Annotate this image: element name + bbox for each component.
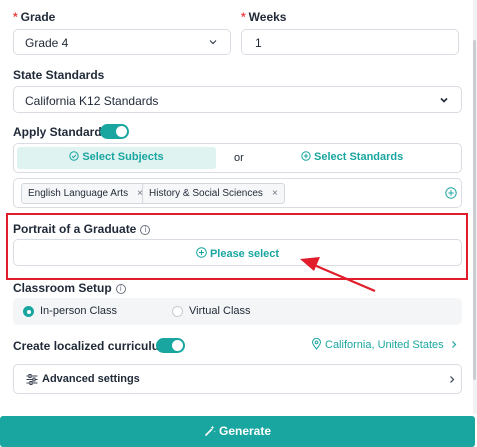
standards-mode-selector: Select Subjects or Select Standards [13,143,462,173]
sliders-icon [26,374,38,385]
state-standards-label: State Standards [13,68,105,82]
grade-select-value: Grade 4 [25,36,69,50]
or-label: or [234,152,244,164]
generate-label: Generate [218,424,272,438]
select-subjects-label: Select Subjects [82,151,164,163]
classroom-setup-options: In-person Class Virtual Class [13,298,462,325]
grade-label: * Grade [13,10,55,24]
weeks-label-text: Weeks [248,10,287,24]
radio-in-person[interactable] [23,306,34,317]
info-icon: i [115,283,126,294]
apply-standards-label: Apply Standards [13,125,109,139]
portrait-select[interactable]: Please select [13,239,462,266]
chevron-right-icon [450,376,455,383]
chevron-down-icon [209,40,217,45]
weeks-input-value: 1 [255,36,262,50]
portrait-label: Portrait of a Graduate i [13,222,151,236]
in-person-class-label[interactable]: In-person Class [40,305,117,317]
select-subjects-button[interactable]: Select Subjects [17,147,216,169]
grade-select[interactable]: Grade 4 [13,29,231,55]
radio-virtual[interactable] [172,306,183,317]
generate-button[interactable]: Generate [0,416,475,447]
localized-label: Create localized curriculum [13,339,170,353]
apply-standards-toggle[interactable] [100,124,129,139]
tag-history-social-sciences: History & Social Sciences × [142,183,285,204]
annotation-arrow-icon [300,257,376,293]
tag-remove-icon[interactable]: × [272,188,278,199]
plus-circle-icon [196,247,207,258]
state-standards-select[interactable]: California K12 Standards [13,86,462,113]
localized-toggle[interactable] [156,338,185,353]
select-standards-label: Select Standards [314,151,404,163]
chevron-right-icon [451,341,457,348]
portrait-label-text: Portrait of a Graduate [13,222,137,236]
weeks-input[interactable]: 1 [241,29,459,55]
location-text: California, United States [325,339,444,351]
standards-tags-field[interactable]: English Language Arts × History & Social … [13,178,462,208]
tag-label: English Language Arts [28,188,129,199]
check-circle-icon [69,151,80,161]
required-mark: * [241,10,246,24]
chevron-down-icon [440,97,448,103]
location-pin-icon [311,337,322,350]
portrait-select-label: Please select [209,248,280,260]
tag-english-language-arts: English Language Arts × [21,183,150,204]
advanced-settings-row[interactable]: Advanced settings [13,364,462,394]
classroom-setup-label-text: Classroom Setup [13,281,112,295]
select-standards-button[interactable]: Select Standards [301,151,403,163]
plus-circle-icon [301,151,311,161]
weeks-label: * Weeks [241,10,286,24]
tag-label: History & Social Sciences [149,188,263,199]
info-icon: i [140,224,151,235]
advanced-settings-label: Advanced settings [42,373,140,385]
scrollbar-thumb[interactable] [473,40,476,380]
state-standards-value: California K12 Standards [25,94,159,108]
toggle-knob [116,126,127,137]
classroom-setup-label: Classroom Setup i [13,281,126,295]
magic-wand-icon [204,425,216,437]
location-link[interactable]: California, United States [311,337,458,351]
virtual-class-label[interactable]: Virtual Class [189,305,251,317]
toggle-knob [172,340,183,351]
grade-label-text: Grade [20,10,56,24]
required-mark: * [13,10,18,24]
add-tag-icon[interactable] [445,187,457,199]
